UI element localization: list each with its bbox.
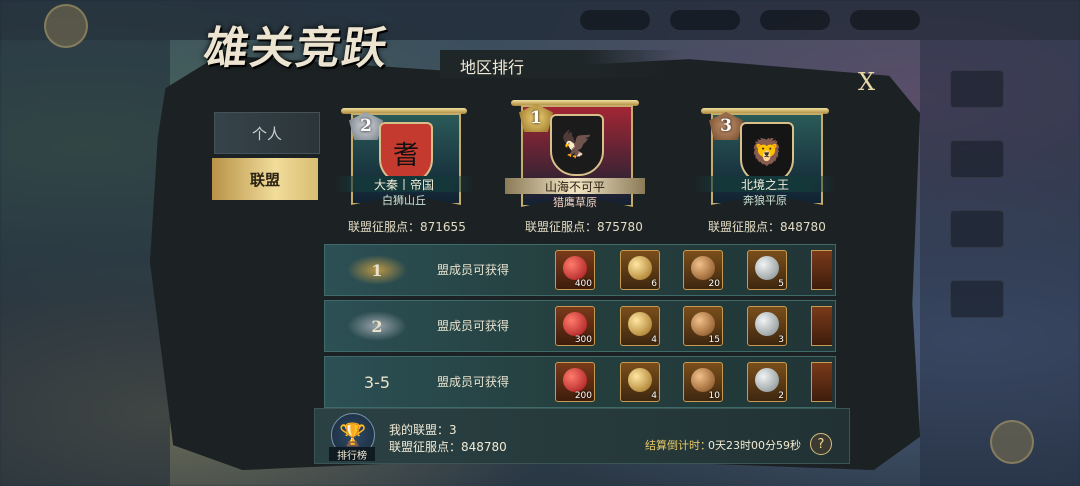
item-count: 200	[574, 391, 592, 401]
gold-helmet-icon[interactable]: 4	[620, 306, 660, 346]
event-title: 雄关竞跃	[200, 23, 392, 74]
reward-row: 1 盟成员可获得 400 6 20 5	[324, 244, 836, 296]
server-name: 白狮山丘	[382, 194, 426, 207]
more-items-edge	[811, 250, 832, 290]
countdown-label: 结算倒计时：	[645, 439, 711, 452]
score-value: 848780	[780, 220, 826, 234]
my-alliance-bar: 🏆 排行榜 我的联盟：3 联盟征服点：848780 结算倒计时： 0天23时00…	[314, 408, 850, 464]
bronze-helmet-icon[interactable]: 20	[683, 250, 723, 290]
item-count: 4	[651, 335, 657, 345]
bronze-helmet-icon[interactable]: 15	[683, 306, 723, 346]
leaderboard-button-label[interactable]: 排行榜	[329, 447, 375, 462]
more-items-edge	[811, 306, 832, 346]
more-items-edge	[811, 362, 832, 402]
reward-label: 盟成员可获得	[437, 319, 510, 333]
player-avatar-background	[44, 4, 88, 48]
item-count: 10	[708, 391, 720, 401]
item-count: 20	[708, 279, 720, 289]
gold-helmet-icon[interactable]: 4	[620, 362, 660, 402]
alliance-score: 联盟征服点：871655	[348, 218, 466, 235]
item-count: 2	[778, 391, 784, 401]
ruby-icon[interactable]: 300	[555, 306, 595, 346]
server-name: 奔狼平原	[743, 194, 787, 207]
item-glyph	[628, 312, 652, 336]
score-label: 联盟征服点：	[525, 220, 598, 234]
reward-rank: 2	[347, 311, 407, 341]
my-alliance-rank: 我的联盟：3	[389, 423, 457, 437]
silver-helmet-icon[interactable]: 5	[747, 250, 787, 290]
close-button[interactable]: X	[858, 68, 875, 96]
alliance-score: 联盟征服点：848780	[708, 218, 826, 235]
eagle-icon: 🦅	[550, 114, 604, 176]
item-count: 4	[651, 391, 657, 401]
side-button-background	[950, 140, 1004, 178]
server-name: 猎鹰草原	[553, 196, 597, 209]
side-button-background	[950, 210, 1004, 248]
reward-rank: 1	[347, 255, 407, 285]
item-count: 6	[651, 279, 657, 289]
resource-chip	[670, 10, 740, 30]
item-glyph	[691, 312, 715, 336]
chat-sidebar-background	[0, 40, 170, 486]
side-button-background	[950, 280, 1004, 318]
silver-helmet-icon[interactable]: 2	[747, 362, 787, 402]
podium-banner-1[interactable]: 1 🦅 山海不可平 猎鹰草原	[505, 100, 645, 228]
item-count: 300	[574, 335, 592, 345]
item-count: 3	[778, 335, 784, 345]
item-glyph	[755, 312, 779, 336]
resource-chip	[850, 10, 920, 30]
item-count: 400	[574, 279, 592, 289]
item-count: 5	[778, 279, 784, 289]
map-button-background	[990, 420, 1034, 464]
podium-banner-2[interactable]: 2 耆大秦丨帝国 白狮山丘	[335, 108, 473, 226]
countdown-timer: 0天23时00分59秒	[708, 439, 801, 452]
alliance-name: 北境之王	[695, 176, 835, 192]
score-value: 871655	[420, 220, 466, 234]
item-glyph	[691, 368, 715, 392]
item-glyph	[563, 368, 587, 392]
alliance-name: 山海不可平	[505, 178, 645, 194]
item-glyph	[691, 256, 715, 280]
bronze-helmet-icon[interactable]: 10	[683, 362, 723, 402]
ruby-icon[interactable]: 200	[555, 362, 595, 402]
item-count: 15	[708, 335, 720, 345]
item-glyph	[755, 256, 779, 280]
page-subtitle: 地区排行	[460, 58, 525, 77]
item-glyph	[755, 368, 779, 392]
help-button[interactable]: ?	[810, 433, 832, 455]
reward-row: 2 盟成员可获得 300 4 15 3	[324, 300, 836, 352]
item-glyph	[628, 368, 652, 392]
item-glyph	[563, 312, 587, 336]
reward-label: 盟成员可获得	[437, 263, 510, 277]
resource-chip	[760, 10, 830, 30]
score-label: 联盟征服点：	[348, 220, 421, 234]
tab-personal[interactable]: 个人	[214, 112, 320, 154]
reward-rank: 3-5	[363, 372, 391, 392]
ruby-icon[interactable]: 400	[555, 250, 595, 290]
my-alliance-score: 联盟征服点：848780	[389, 440, 507, 454]
item-glyph	[628, 256, 652, 280]
score-value: 875780	[597, 220, 643, 234]
alliance-score: 联盟征服点：875780	[525, 218, 643, 235]
reward-label: 盟成员可获得	[437, 375, 510, 389]
alliance-name: 大秦丨帝国	[335, 176, 473, 192]
resource-chip	[580, 10, 650, 30]
reward-row: 3-5 盟成员可获得 200 4 10 2	[324, 356, 836, 408]
silver-helmet-icon[interactable]: 3	[747, 306, 787, 346]
podium-banner-3[interactable]: 3 🦁 北境之王 奔狼平原	[695, 108, 835, 226]
side-button-background	[950, 70, 1004, 108]
score-label: 联盟征服点：	[708, 220, 781, 234]
tab-alliance[interactable]: 联盟	[212, 158, 318, 200]
gold-helmet-icon[interactable]: 6	[620, 250, 660, 290]
item-glyph	[563, 256, 587, 280]
